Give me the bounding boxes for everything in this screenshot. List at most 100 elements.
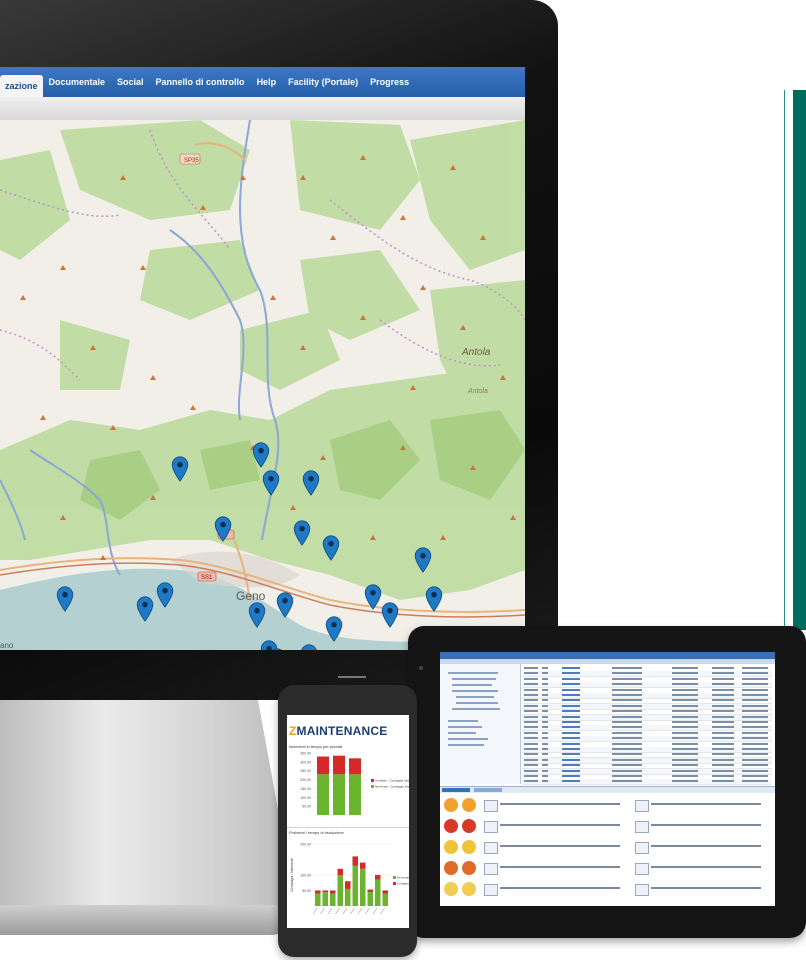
- top-navigation: zazione Documentale Social Pannello di c…: [0, 67, 525, 97]
- map-label-road-ss1: SS1: [201, 575, 213, 581]
- bar-late: [315, 890, 321, 894]
- card-icon: [484, 821, 498, 833]
- card-icon: [635, 863, 649, 875]
- y-tick-label: 350.00: [300, 752, 311, 756]
- bar-late: [367, 889, 373, 893]
- monitor-stand: [0, 700, 300, 930]
- bar-on-time: [317, 774, 329, 815]
- x-tick-label: [365, 907, 370, 915]
- bar-on-time: [352, 865, 358, 906]
- bar-on-time: [333, 774, 345, 815]
- map-label-antola: Antola: [461, 347, 491, 358]
- legend-swatch-late: [371, 779, 374, 782]
- card-text-line: [500, 887, 620, 889]
- x-tick-label: [357, 907, 363, 915]
- bar-on-time: [367, 892, 373, 906]
- bar-late: [382, 890, 388, 894]
- legend-swatch-on-time: [393, 876, 396, 879]
- y-axis-label: Compagni / Interventi: [290, 858, 294, 891]
- map[interactable]: SP35 A7 SS1 Antola Antola Geno ano: [0, 120, 525, 650]
- status-indicator-icon: [462, 819, 476, 833]
- y-tick-label: 200.00: [300, 778, 311, 782]
- chart-interventi-priorita: 350.00 300.00 250.00 200.00 150.00 100.00 50.0…: [300, 752, 409, 815]
- tab-progress[interactable]: Progress: [364, 67, 415, 97]
- y-tick-label: 200.00: [300, 843, 311, 847]
- bar-late: [330, 890, 336, 894]
- bar-late: [345, 881, 351, 889]
- tablet-app-header: [440, 652, 775, 659]
- map-label-road-sp35: SP35: [184, 158, 199, 164]
- tab-localizzazione[interactable]: zazione: [0, 75, 43, 97]
- monitor-stand-base: [0, 905, 300, 935]
- status-indicator-icon: [444, 798, 458, 812]
- card-icon: [635, 800, 649, 812]
- tablet-data-grid[interactable]: [522, 666, 772, 786]
- tablet-camera-icon: [419, 666, 423, 670]
- bar-late: [360, 862, 366, 869]
- legend-swatch-on-time: [371, 785, 374, 788]
- y-tick-label: 50.00: [302, 889, 311, 893]
- background-panel-edge: [784, 90, 785, 630]
- y-tick-label: 100.00: [300, 796, 311, 800]
- tab-help[interactable]: Help: [251, 67, 283, 97]
- tablet-dashboard-tabs: [440, 786, 775, 793]
- card-icon: [635, 842, 649, 854]
- x-tick-label: [350, 907, 355, 915]
- card-icon: [635, 821, 649, 833]
- card-text-line: [651, 824, 761, 826]
- status-indicator-icon: [444, 840, 458, 854]
- phone-screen: ZMAINTENANCE Interventi in tempo per pri…: [287, 715, 409, 928]
- legend-label: In ritardo - Conteggio Interventi: [375, 779, 409, 783]
- x-tick-label: [312, 907, 318, 915]
- monitor-screen: zazione Documentale Social Pannello di c…: [0, 67, 525, 650]
- x-tick-label: [372, 907, 378, 915]
- card-icon: [635, 884, 649, 896]
- tab-pannello-di-controllo[interactable]: Pannello di controllo: [150, 67, 251, 97]
- status-indicator-icon: [444, 861, 458, 875]
- card-icon: [484, 863, 498, 875]
- card-text-line: [651, 803, 761, 805]
- x-tick-label: [327, 907, 333, 915]
- card-text-line: [500, 845, 620, 847]
- legend-swatch-late: [393, 882, 396, 885]
- chart-problemi-risoluzione: 200.00 100.00 50.00 Compagni / Interventi Ne…: [290, 843, 409, 915]
- card-text-line: [651, 866, 761, 868]
- card-text-line: [500, 824, 620, 826]
- bar-late: [322, 890, 328, 893]
- legend-label: In ritardo: [397, 882, 409, 886]
- tablet-tab[interactable]: [442, 788, 470, 792]
- tablet-screen: [440, 652, 775, 906]
- card-icon: [484, 842, 498, 854]
- legend-label: Nei tempi - Conteggio Interventi: [375, 785, 409, 789]
- tab-facility-portale[interactable]: Facility (Portale): [282, 67, 364, 97]
- bar-on-time: [349, 774, 361, 815]
- status-indicator-icon: [462, 840, 476, 854]
- bar-on-time: [322, 892, 328, 906]
- bar-on-time: [360, 868, 366, 906]
- bar-late: [352, 856, 358, 866]
- status-indicator-icon: [462, 861, 476, 875]
- tab-social[interactable]: Social: [111, 67, 150, 97]
- bar-on-time: [330, 893, 336, 906]
- status-indicator-icon: [462, 798, 476, 812]
- bar-late: [337, 868, 343, 875]
- card-text-line: [500, 803, 620, 805]
- tablet-tab[interactable]: [474, 788, 502, 792]
- status-indicator-icon: [444, 819, 458, 833]
- chart2-title: Problemi / tempo di risoluzione: [289, 830, 344, 835]
- y-tick-label: 250.00: [300, 769, 311, 773]
- x-tick-label: [342, 907, 348, 915]
- bar-on-time: [315, 893, 321, 906]
- bar-late: [317, 756, 329, 775]
- card-text-line: [651, 887, 761, 889]
- card-icon: [484, 884, 498, 896]
- tablet-tree-panel: [440, 664, 521, 784]
- y-tick-label: 100.00: [300, 874, 311, 878]
- bar-on-time: [345, 888, 351, 906]
- table-row[interactable]: [522, 779, 772, 786]
- tab-documentale[interactable]: Documentale: [43, 67, 112, 97]
- card-text-line: [651, 845, 761, 847]
- zmaintenance-logo: ZMAINTENANCE: [289, 724, 388, 738]
- monitor-logo-mark: [338, 676, 366, 678]
- y-tick-label: 50.00: [302, 805, 311, 809]
